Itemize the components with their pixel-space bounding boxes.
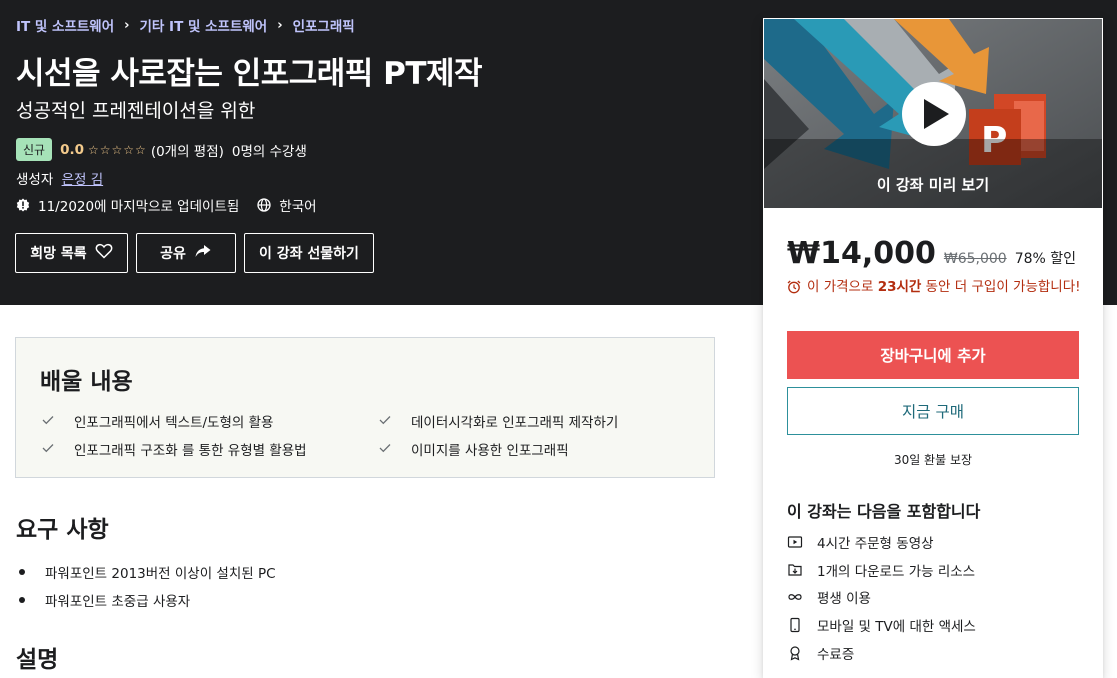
includes-item: 수료증 xyxy=(787,639,976,667)
requirement-text: 파워포인트 2013버전 이상이 설치된 PC xyxy=(45,566,276,582)
rating-count-link[interactable]: (0개의 평점) xyxy=(151,140,224,160)
what-you-will-learn: 배울 내용 인포그래픽에서 텍스트/도형의 활용 데이터시각화로 인포그래픽 제… xyxy=(15,337,715,478)
includes-item: 1개의 다운로드 가능 리소스 xyxy=(787,556,976,584)
learn-item: 이미지를 사용한 인포그래픽 xyxy=(379,439,569,459)
includes-text: 모바일 및 TV에 대한 액세스 xyxy=(817,619,976,636)
rating-row: 신규 0.0 ☆☆☆☆☆ (0개의 평점) 0명의 수강생 xyxy=(16,138,307,161)
video-icon xyxy=(787,534,803,550)
globe-icon xyxy=(257,198,271,212)
learn-item: 인포그래픽에서 텍스트/도형의 활용 xyxy=(42,411,273,431)
check-icon xyxy=(379,441,393,457)
check-icon xyxy=(42,441,56,457)
price-timer: 이 가격으로 23시간 동안 더 구입이 가능합니다! xyxy=(787,277,1087,300)
course-title: 시선을 사로잡는 인포그래픽 PT제작 xyxy=(16,56,483,92)
purchase-sidebar: P 이 강좌 미리 보기 ₩14,000 ₩65,000 78% 할인 이 가격… xyxy=(763,18,1103,678)
chevron-right-icon: › xyxy=(124,17,130,33)
timer-hours: 23시간 xyxy=(877,279,922,295)
certificate-icon xyxy=(787,645,803,661)
price-row: ₩14,000 ₩65,000 78% 할인 xyxy=(787,236,1076,271)
header-actions: 희망 목록 공유 이 강좌 선물하기 xyxy=(15,233,382,273)
learn-item: 데이터시각화로 인포그래픽 제작하기 xyxy=(379,411,618,431)
author-row: 생성자 은정 김 xyxy=(16,168,103,188)
learn-title: 배울 내용 xyxy=(40,369,133,395)
original-price: ₩65,000 xyxy=(943,251,1007,267)
learn-item-text: 데이터시각화로 인포그래픽 제작하기 xyxy=(411,415,619,431)
gift-course-button[interactable]: 이 강좌 선물하기 xyxy=(244,233,374,273)
learn-item-text: 이미지를 사용한 인포그래픽 xyxy=(411,443,569,459)
timer-text: 이 가격으로 23시간 동안 더 구입이 가능합니다! xyxy=(807,277,1081,300)
discount-percent: 78% 할인 xyxy=(1014,251,1077,267)
breadcrumb-item-it-software[interactable]: IT 및 소프트웨어 xyxy=(16,15,114,35)
includes-text: 평생 이용 xyxy=(817,591,871,608)
includes-item: 모바일 및 TV에 대한 액세스 xyxy=(787,611,976,639)
breadcrumb-item-other-it[interactable]: 기타 IT 및 소프트웨어 xyxy=(140,15,268,35)
bullet-icon xyxy=(19,597,25,603)
includes-item: 평생 이용 xyxy=(787,584,976,612)
check-icon xyxy=(42,413,56,429)
student-count: 0명의 수강생 xyxy=(231,143,307,160)
infinity-icon xyxy=(787,589,803,605)
includes-title: 이 강좌는 다음을 포함합니다 xyxy=(787,502,981,521)
author-label: 생성자 xyxy=(16,172,54,188)
wishlist-button[interactable]: 희망 목록 xyxy=(15,233,128,273)
breadcrumb-item-infographic[interactable]: 인포그래픽 xyxy=(293,15,355,35)
includes-text: 1개의 다운로드 가능 리소스 xyxy=(817,563,976,580)
timer-suffix: 동안 더 구입이 가능합니다! xyxy=(925,279,1081,295)
new-badge: 신규 xyxy=(16,138,53,161)
author-link[interactable]: 은정 김 xyxy=(62,172,104,188)
add-to-cart-button[interactable]: 장바구니에 추가 xyxy=(787,331,1079,379)
requirement-item: 파워포인트 초중급 사용자 xyxy=(16,586,276,614)
download-file-icon xyxy=(787,562,803,578)
heart-icon xyxy=(95,243,113,263)
share-label: 공유 xyxy=(160,246,186,262)
learn-item-text: 인포그래픽 구조화 를 통한 유형별 활용법 xyxy=(74,443,307,459)
course-subtitle: 성공적인 프레젠테이션을 위한 xyxy=(16,100,256,122)
includes-item: 4시간 주문형 동영상 xyxy=(787,528,976,556)
includes-text: 4시간 주문형 동영상 xyxy=(817,535,934,552)
language: 한국어 xyxy=(279,199,317,215)
chevron-right-icon: › xyxy=(277,17,283,33)
requirement-text: 파워포인트 초중급 사용자 xyxy=(45,594,191,610)
mobile-icon xyxy=(787,617,803,633)
money-back-guarantee: 30일 환불 보장 xyxy=(893,453,973,467)
alarm-clock-icon xyxy=(787,280,801,300)
share-arrow-icon xyxy=(194,244,212,262)
course-meta: 11/2020에 마지막으로 업데이트됨 한국어 xyxy=(16,195,317,215)
star-rating-icon: ☆☆☆☆☆ xyxy=(88,142,147,157)
bullet-icon xyxy=(19,569,25,575)
learn-item: 인포그래픽 구조화 를 통한 유형별 활용법 xyxy=(42,439,307,459)
includes-list: 4시간 주문형 동영상 1개의 다운로드 가능 리소스 평생 이용 모바일 및 … xyxy=(787,528,976,667)
includes-text: 수료증 xyxy=(817,647,855,664)
rating-value: 0.0 xyxy=(60,141,85,158)
check-icon xyxy=(379,413,393,429)
share-button[interactable]: 공유 xyxy=(136,233,236,273)
current-price: ₩14,000 xyxy=(787,236,936,271)
last-updated: 11/2020에 마지막으로 업데이트됨 xyxy=(38,199,240,215)
wishlist-label: 희망 목록 xyxy=(30,246,87,262)
learn-item-text: 인포그래픽에서 텍스트/도형의 활용 xyxy=(74,415,274,431)
requirement-item: 파워포인트 2013버전 이상이 설치된 PC xyxy=(16,558,276,586)
breadcrumb: IT 및 소프트웨어 › 기타 IT 및 소프트웨어 › 인포그래픽 xyxy=(16,15,355,36)
description-title: 설명 xyxy=(16,647,59,673)
requirements-list: 파워포인트 2013버전 이상이 설치된 PC 파워포인트 초중급 사용자 xyxy=(16,558,276,614)
buy-now-button[interactable]: 지금 구매 xyxy=(787,387,1079,435)
course-preview[interactable]: P 이 강좌 미리 보기 xyxy=(764,19,1102,208)
alert-badge-icon xyxy=(16,198,30,212)
preview-label: 이 강좌 미리 보기 xyxy=(876,176,990,194)
requirements-title: 요구 사항 xyxy=(16,517,109,543)
timer-prefix: 이 가격으로 xyxy=(807,279,874,295)
